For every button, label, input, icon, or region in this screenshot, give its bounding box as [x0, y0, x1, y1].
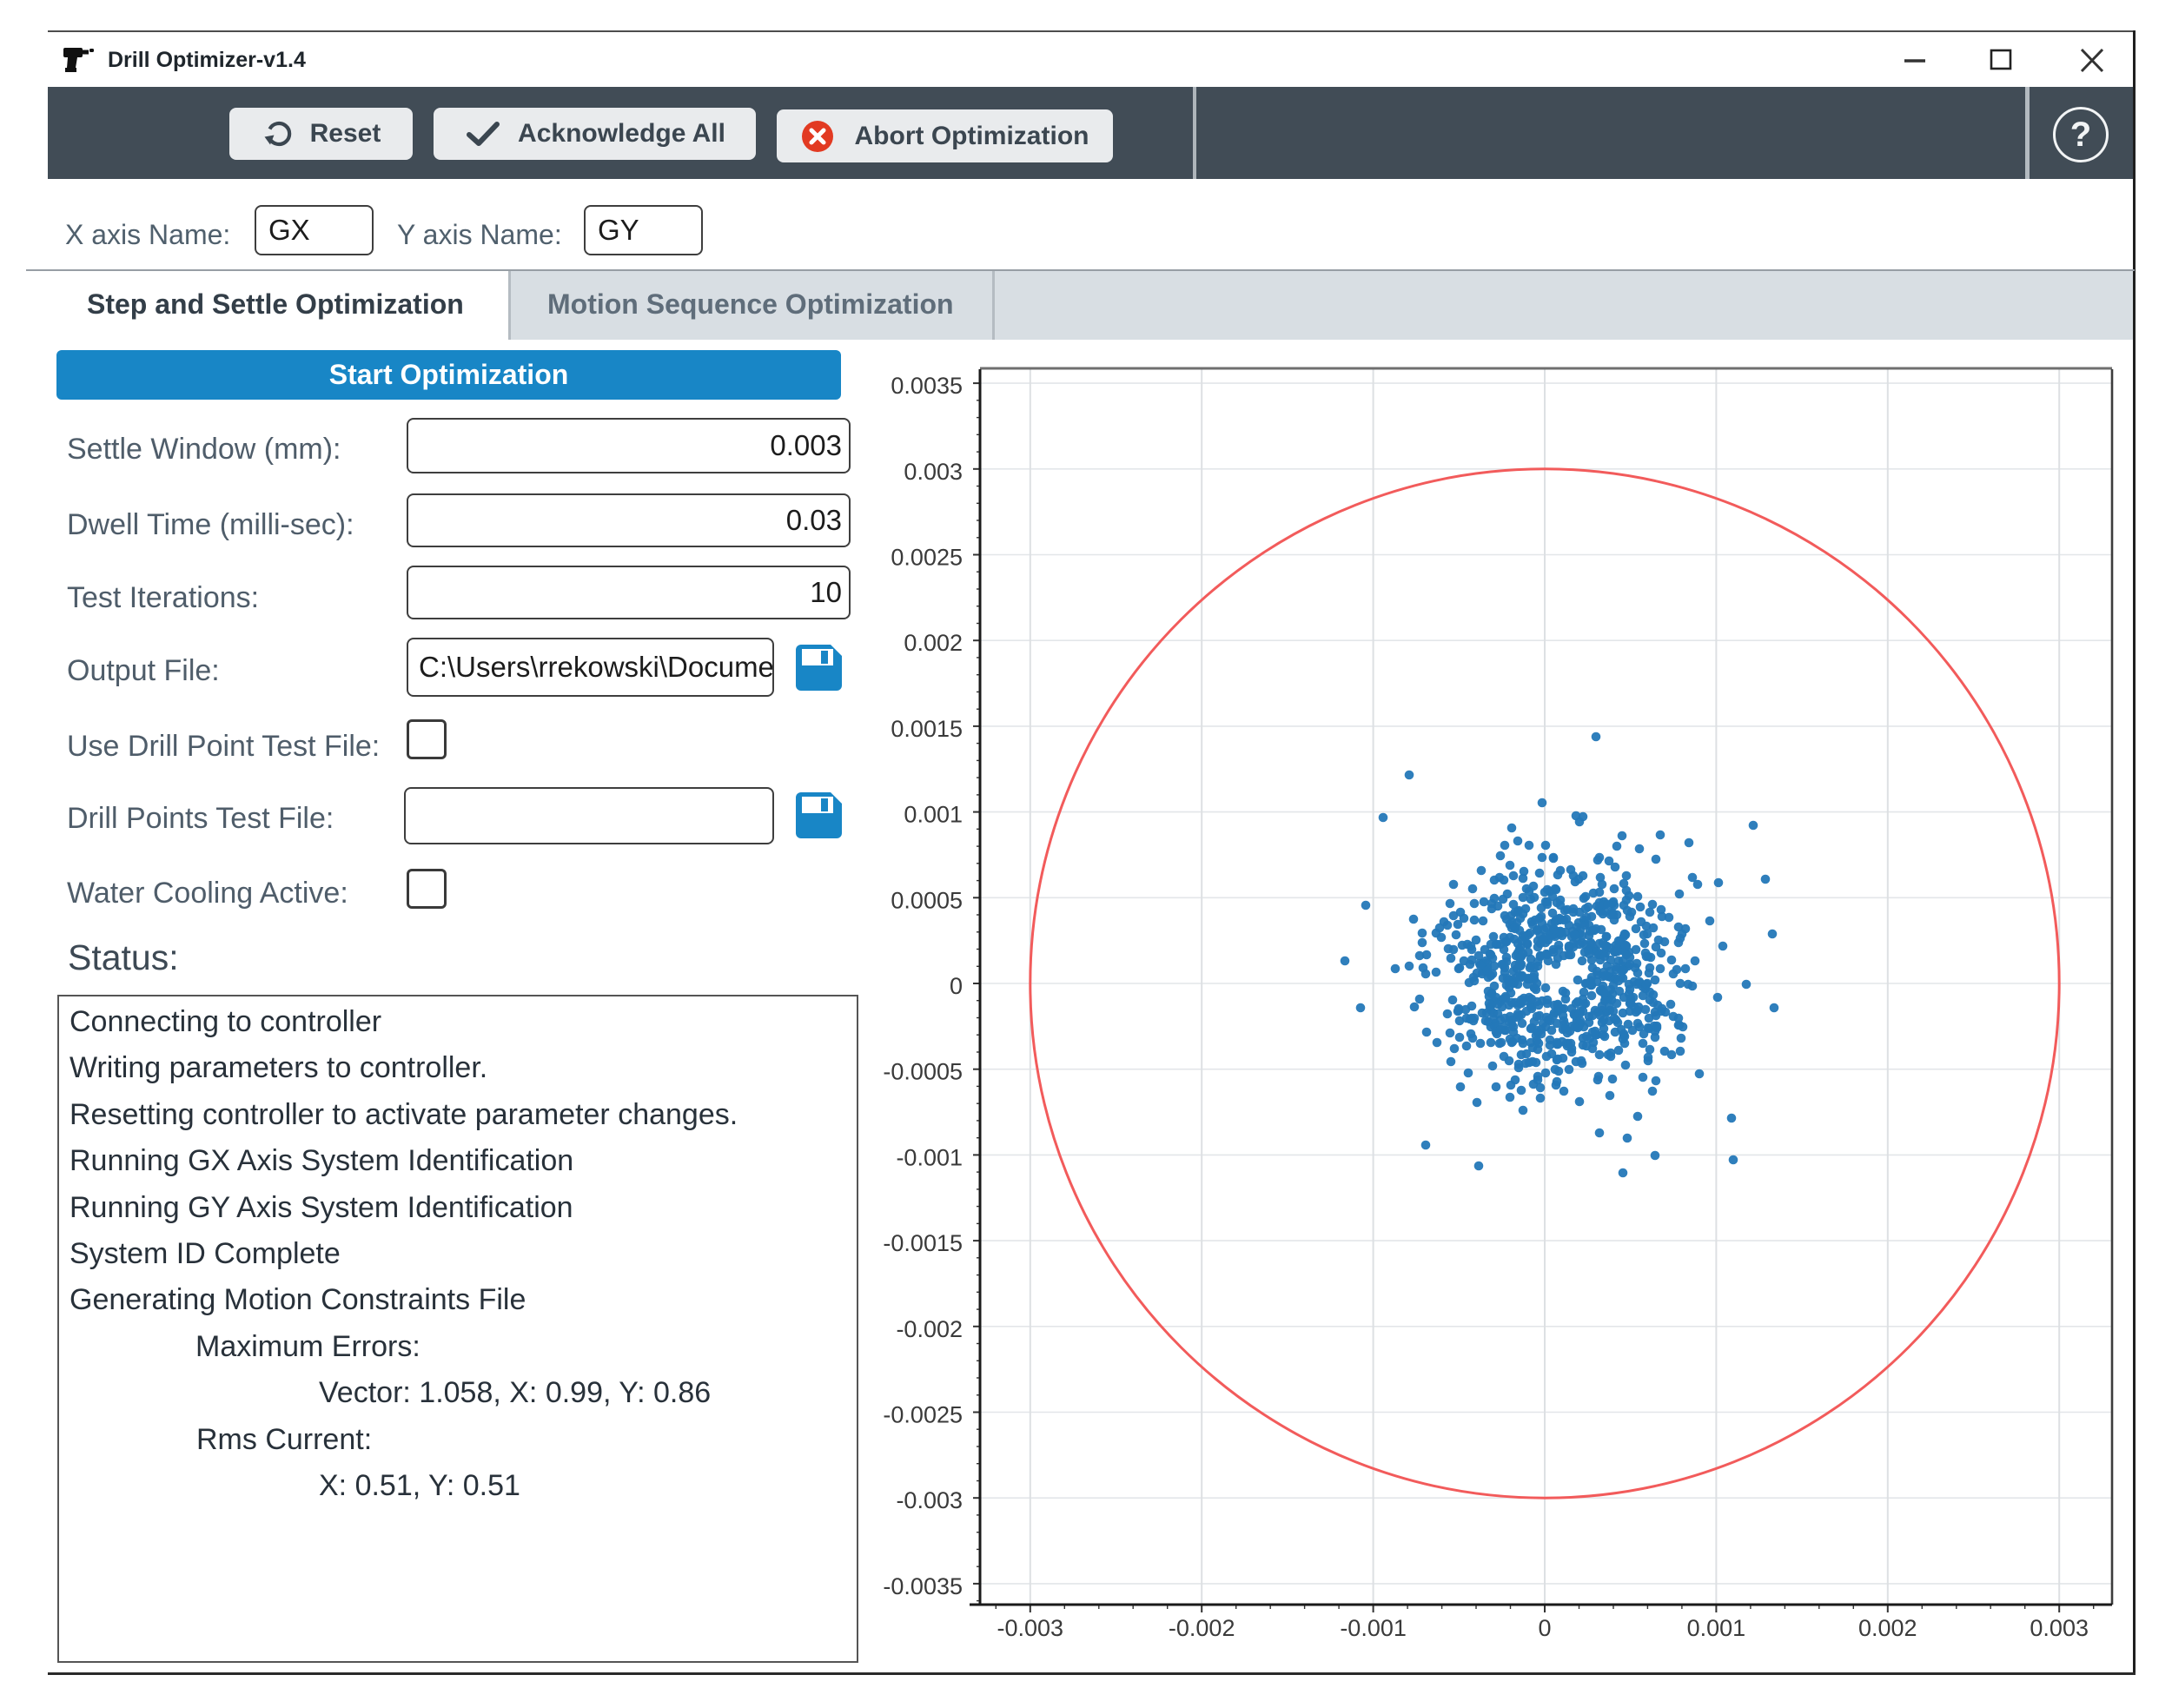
svg-text:0.002: 0.002: [1858, 1615, 1917, 1641]
svg-text:-0.0035: -0.0035: [883, 1573, 963, 1599]
svg-text:-0.003: -0.003: [896, 1487, 963, 1513]
svg-text:-0.002: -0.002: [896, 1316, 963, 1342]
svg-text:0.0035: 0.0035: [891, 373, 963, 399]
svg-text:-0.0025: -0.0025: [883, 1402, 963, 1428]
svg-text:0.0015: 0.0015: [891, 716, 963, 742]
svg-text:0.003: 0.003: [904, 459, 963, 485]
svg-text:-0.0005: -0.0005: [883, 1059, 963, 1085]
svg-text:-0.001: -0.001: [1340, 1615, 1407, 1641]
svg-text:0: 0: [1538, 1615, 1551, 1641]
svg-text:0.001: 0.001: [1687, 1615, 1746, 1641]
svg-text:0.0005: 0.0005: [891, 887, 963, 913]
svg-text:0.003: 0.003: [2030, 1615, 2089, 1641]
svg-text:0.002: 0.002: [904, 630, 963, 656]
svg-text:-0.0015: -0.0015: [883, 1230, 963, 1256]
svg-text:0.0025: 0.0025: [891, 545, 963, 571]
svg-text:-0.001: -0.001: [896, 1144, 963, 1170]
svg-text:-0.003: -0.003: [997, 1615, 1064, 1641]
svg-text:-0.002: -0.002: [1169, 1615, 1235, 1641]
svg-text:0: 0: [950, 973, 963, 999]
svg-text:0.001: 0.001: [904, 802, 963, 828]
